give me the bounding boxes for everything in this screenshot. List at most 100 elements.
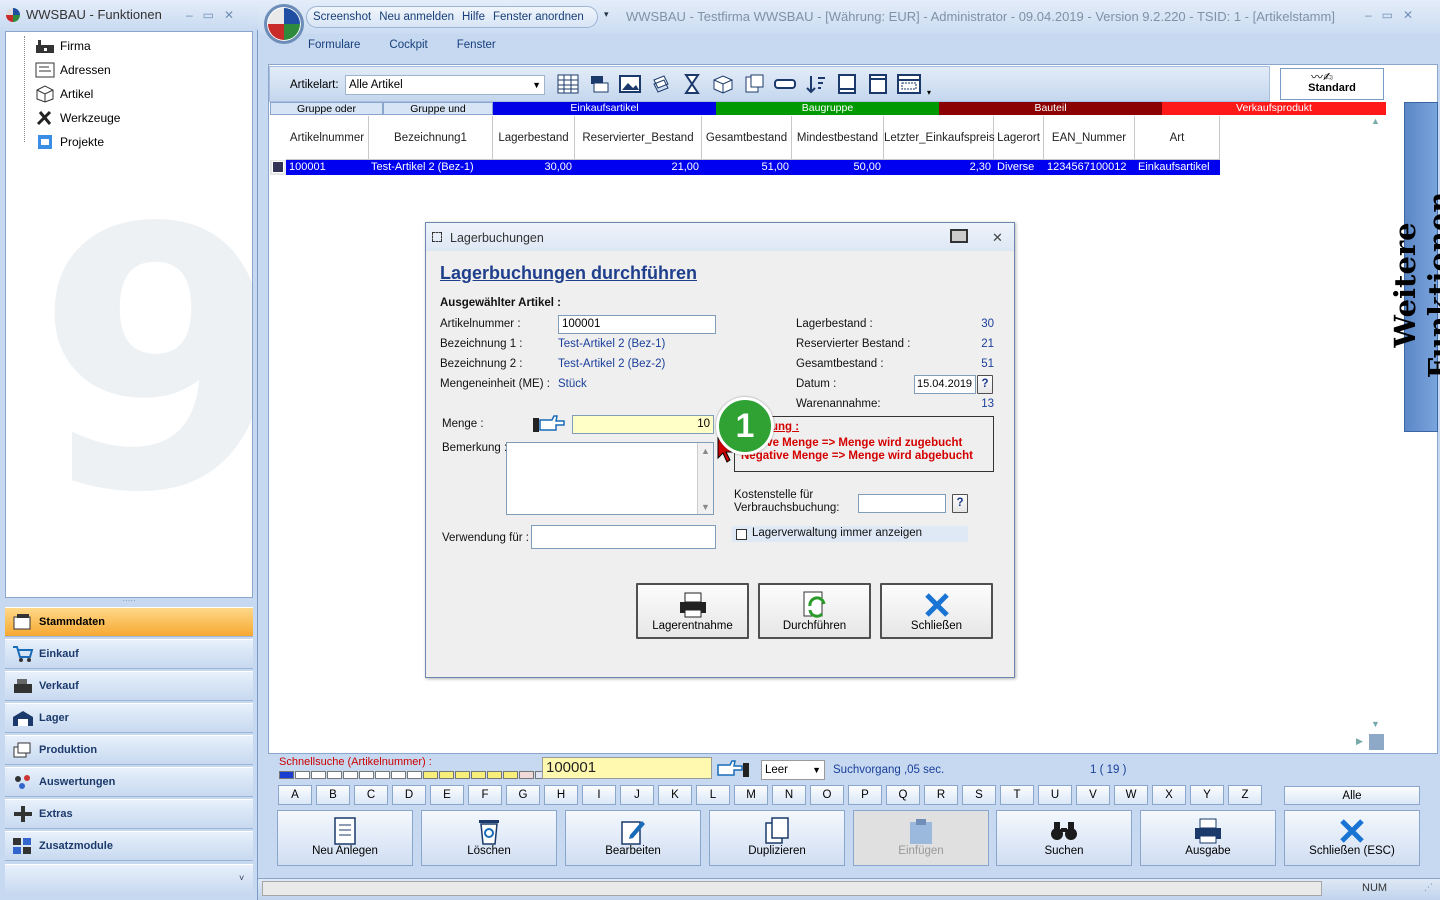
toolbar-overflow-icon[interactable]: ▾ (927, 88, 931, 97)
standard-button[interactable]: Standard 〰✍ (1280, 68, 1384, 100)
lagerentnahme-button[interactable]: Lagerentnahme (636, 583, 749, 639)
letter-filter-f[interactable]: F (468, 785, 502, 805)
letter-filter-w[interactable]: W (1114, 785, 1148, 805)
letter-filter-j[interactable]: J (620, 785, 654, 805)
print-icon[interactable] (950, 229, 968, 243)
letter-filter-k[interactable]: K (658, 785, 692, 805)
group-filter-5[interactable]: Bauteil (939, 102, 1162, 115)
einfuegen-button[interactable]: Einfügen (853, 810, 989, 866)
panel-splitter[interactable]: ····· (5, 597, 253, 605)
scroll-down-icon[interactable]: ▼ (701, 499, 710, 516)
image-icon[interactable] (617, 72, 642, 96)
textarea-scrollbar[interactable]: ▲ ▼ (697, 443, 713, 514)
letter-filter-l[interactable]: L (696, 785, 730, 805)
horizontal-scrollbar[interactable] (262, 881, 1322, 896)
ausgabe-button[interactable]: Ausgabe (1140, 810, 1276, 866)
letter-filter-c[interactable]: C (354, 785, 388, 805)
table-row[interactable]: 100001 Test-Artikel 2 (Bez-1) 30,00 21,00 51… (286, 160, 1220, 175)
letter-filter-t[interactable]: T (1000, 785, 1034, 805)
group-filter-4[interactable]: Baugruppe (716, 102, 939, 115)
close-icon[interactable]: ✕ (992, 223, 1003, 253)
window-layout-icon[interactable] (896, 72, 921, 96)
letter-filter-p[interactable]: P (848, 785, 882, 805)
letter-filter-i[interactable]: I (582, 785, 616, 805)
column-header[interactable]: Bezeichnung1 (369, 116, 493, 160)
scroll-up-icon[interactable]: ▲ (1371, 116, 1380, 126)
letter-filter-g[interactable]: G (506, 785, 540, 805)
letter-filter-e[interactable]: E (430, 785, 464, 805)
scroll-up-icon[interactable]: ▲ (701, 443, 710, 460)
letter-filter-d[interactable]: D (392, 785, 426, 805)
menu-fenster[interactable]: Fenster (457, 39, 496, 51)
group-filter-6[interactable]: Verkaufsprodukt (1162, 102, 1386, 115)
letter-filter-x[interactable]: X (1152, 785, 1186, 805)
nav-stammdaten[interactable]: Stammdaten (5, 607, 253, 637)
nav-produktion[interactable]: Produktion (5, 735, 253, 765)
alle-button[interactable]: Alle (1284, 786, 1420, 805)
letter-filter-n[interactable]: N (772, 785, 806, 805)
nav-lager[interactable]: Lager (5, 703, 253, 733)
tree-item-werkzeuge[interactable]: Werkzeuge (34, 107, 120, 129)
letter-filter-a[interactable]: A (278, 785, 312, 805)
copy-doc-icon[interactable] (741, 72, 766, 96)
menu-formulare[interactable]: Formulare (308, 39, 360, 51)
panel-bottom-icon[interactable] (834, 72, 859, 96)
schliessen-button[interactable]: Schließen (880, 583, 993, 639)
letter-filter-u[interactable]: U (1038, 785, 1072, 805)
letter-filter-v[interactable]: V (1076, 785, 1110, 805)
qat-fenster-anordnen[interactable]: Fenster anordnen (493, 11, 584, 23)
kostenstelle-help-button[interactable]: ? (952, 494, 968, 513)
column-header[interactable]: Lagerort (994, 116, 1044, 160)
artikelart-select[interactable]: Alle Artikel ▼ (345, 75, 545, 95)
group-filter-1[interactable]: Gruppe oder (270, 102, 383, 115)
lagerverwaltung-checkbox[interactable] (736, 529, 747, 540)
qat-screenshot[interactable]: Screenshot (313, 11, 371, 23)
column-header[interactable]: Gesamtbestand (702, 116, 792, 160)
schnellsuche-input[interactable]: 100001 (542, 757, 712, 779)
panel-window-controls[interactable]: –▭✕ (186, 0, 244, 30)
tree-item-artikel[interactable]: Artikel (34, 83, 93, 105)
nav-zusatzmodule[interactable]: Zusatzmodule (5, 831, 253, 861)
nav-einkauf[interactable]: Einkauf (5, 639, 253, 669)
verwendung-field[interactable] (531, 525, 716, 549)
nav-auswertungen[interactable]: Auswertungen (5, 767, 253, 797)
group-filter-2[interactable]: Gruppe und (383, 102, 493, 115)
letter-filter-r[interactable]: R (924, 785, 958, 805)
column-header[interactable]: Art (1135, 116, 1220, 160)
schliessen-esc-button[interactable]: Schließen (ESC) (1284, 810, 1420, 866)
tree-item-projekte[interactable]: Projekte (34, 131, 104, 153)
tree-item-adressen[interactable]: Adressen (34, 59, 111, 81)
column-header[interactable]: Artikelnummer (286, 116, 369, 160)
letter-filter-h[interactable]: H (544, 785, 578, 805)
scroll-right-icon[interactable]: ▶ (1356, 736, 1363, 747)
panel-top-icon[interactable] (865, 72, 890, 96)
column-header[interactable]: Reservierter_Bestand (575, 116, 702, 160)
column-header[interactable]: Letzter_Einkaufspreis (884, 116, 995, 160)
weitere-funktionen-tab[interactable]: Weitere Funktionen (1388, 102, 1440, 432)
letter-filter-y[interactable]: Y (1190, 785, 1224, 805)
nav-extras[interactable]: Extras (5, 799, 253, 829)
loeschen-button[interactable]: Löschen (421, 810, 557, 866)
letter-filter-m[interactable]: M (734, 785, 768, 805)
suchen-button[interactable]: Suchen (996, 810, 1132, 866)
grid-vertical-scrollbar[interactable]: ▲ ▼ (1368, 116, 1385, 734)
letter-filter-s[interactable]: S (962, 785, 996, 805)
letter-filter-b[interactable]: B (316, 785, 350, 805)
sort-icon[interactable] (803, 72, 828, 96)
menge-field[interactable]: 10 (572, 415, 714, 434)
hourglass-icon[interactable] (679, 72, 704, 96)
qat-hilfe[interactable]: Hilfe (462, 11, 485, 23)
qat-dropdown-icon[interactable]: ▾ (604, 9, 609, 20)
search-mode-select[interactable]: Leer ▼ (761, 760, 825, 780)
neu-anlegen-button[interactable]: Neu Anlegen (277, 810, 413, 866)
qat-neu-anmelden[interactable]: Neu anmelden (379, 11, 454, 23)
nav-more-button[interactable]: ˅ (5, 864, 253, 894)
link-icon[interactable] (772, 72, 797, 96)
layers-icon[interactable] (648, 72, 673, 96)
tree-item-firma[interactable]: Firma (34, 35, 91, 57)
scroll-down-icon[interactable]: ▼ (1371, 719, 1380, 729)
column-header[interactable]: EAN_Nummer (1044, 116, 1135, 160)
app-orb-button[interactable] (264, 4, 304, 44)
column-header[interactable]: Mindestbestand (792, 116, 884, 160)
column-header[interactable]: Lagerbestand (493, 116, 575, 160)
